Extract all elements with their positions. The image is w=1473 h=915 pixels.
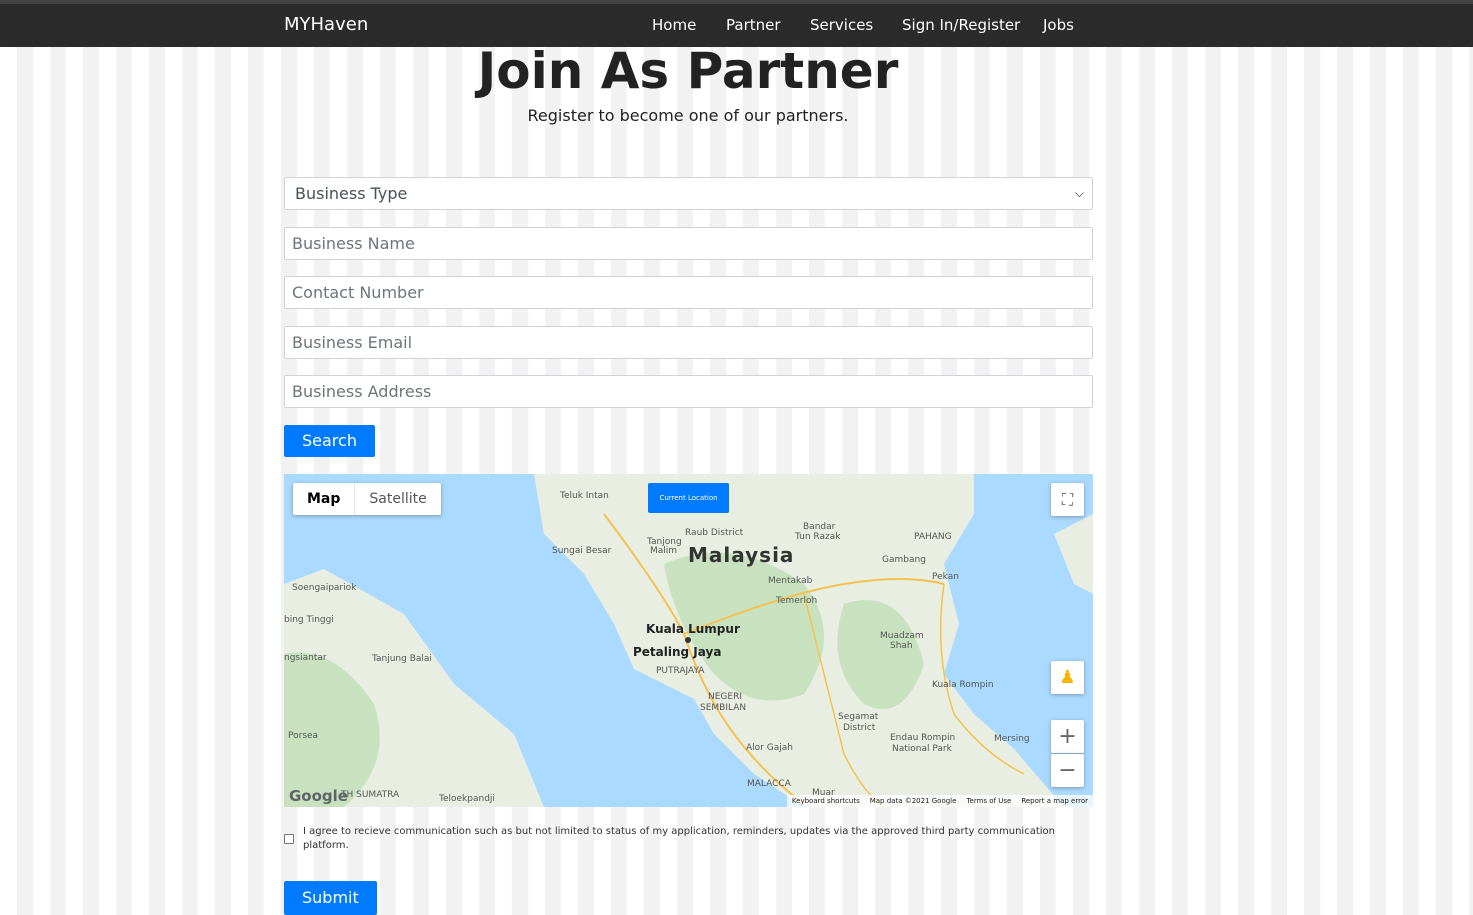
map-label-porsea: Porsea bbox=[288, 731, 319, 741]
report-map-error-link[interactable]: Report a map error bbox=[1021, 795, 1088, 807]
map-label-district: District bbox=[843, 723, 876, 733]
business-type-select[interactable]: Business Type ⌵ bbox=[284, 177, 1093, 210]
map-label-tun-razak: Tun Razak bbox=[795, 532, 841, 542]
business-address-input[interactable] bbox=[284, 375, 1093, 408]
map-type-toggle: Map Satellite bbox=[293, 483, 441, 515]
current-location-button[interactable]: Current Location bbox=[648, 483, 729, 513]
map-type-satellite-button[interactable]: Satellite bbox=[355, 483, 440, 515]
map-label-ngsiantar: ngsiantar bbox=[284, 653, 327, 663]
map-label-sungai-besar: Sungai Besar bbox=[552, 546, 612, 556]
page-title: Join As Partner bbox=[477, 42, 899, 100]
map-label-mersing: Mersing bbox=[994, 734, 1030, 744]
map-label-negeri: NEGERI bbox=[708, 692, 742, 702]
terms-of-use-link[interactable]: Terms of Use bbox=[966, 795, 1011, 807]
map-label-pekan: Pekan bbox=[932, 572, 959, 582]
search-button[interactable]: Search bbox=[284, 425, 375, 457]
contact-number-input[interactable] bbox=[284, 276, 1093, 309]
keyboard-shortcuts-link[interactable]: Keyboard shortcuts bbox=[792, 795, 860, 807]
map-label-pj: Petaling Jaya bbox=[633, 645, 722, 659]
nav-partner[interactable]: Partner bbox=[726, 16, 781, 34]
map-label-soengai: Soengaipariok bbox=[292, 583, 357, 593]
map-label-malacca: MALACCA bbox=[747, 779, 791, 789]
pegman-icon[interactable]: ♟ bbox=[1051, 661, 1084, 694]
nav-services[interactable]: Services bbox=[810, 16, 873, 34]
map-label-shah: Shah bbox=[890, 641, 913, 651]
zoom-in-icon[interactable]: + bbox=[1051, 720, 1084, 753]
map-label-muadzam: Muadzam bbox=[880, 631, 924, 641]
map-label-gambang: Gambang bbox=[882, 555, 926, 565]
fullscreen-icon[interactable]: ⛶ bbox=[1051, 483, 1084, 516]
navbar: MYHaven Home Partner Services Sign In/Re… bbox=[0, 0, 1473, 47]
map-label-teluk-intan: Teluk Intan bbox=[560, 491, 609, 501]
map-label-mentakab: Mentakab bbox=[768, 576, 813, 586]
google-logo: Google bbox=[289, 787, 348, 805]
map-label-sembilan: SEMBILAN bbox=[700, 703, 747, 713]
map-label-putrajaya: PUTRAJAYA bbox=[656, 666, 705, 676]
map-label-endau: Endau Rompin bbox=[890, 733, 956, 743]
map-data-label: Map data ©2021 Google bbox=[869, 797, 957, 805]
map-label-segamat: Segamat bbox=[838, 712, 879, 722]
submit-button[interactable]: Submit bbox=[284, 881, 377, 915]
map-label-alor-gajah: Alor Gajah bbox=[746, 743, 793, 753]
nav-home[interactable]: Home bbox=[652, 16, 696, 34]
business-email-input[interactable] bbox=[284, 326, 1093, 359]
map-label-kuala-rompin: Kuala Rompin bbox=[932, 680, 994, 690]
map-label-bing-tinggi: bing Tinggi bbox=[284, 615, 334, 625]
map-label-temerloh: Temerloh bbox=[776, 596, 818, 606]
map-label-kl: Kuala Lumpur bbox=[646, 622, 740, 636]
map-label-malim: Malim bbox=[650, 546, 678, 556]
map-label-tanjung-balai: Tanjung Balai bbox=[372, 654, 432, 664]
chevron-down-icon: ⌵ bbox=[1074, 186, 1084, 200]
nav-jobs[interactable]: Jobs bbox=[1043, 16, 1074, 34]
map-widget[interactable]: Map Satellite Current Location ⛶ ♟ + − M… bbox=[284, 474, 1093, 807]
zoom-out-icon[interactable]: − bbox=[1051, 754, 1084, 787]
map-label-country: Malaysia bbox=[688, 543, 795, 567]
map-label-pahang: PAHANG bbox=[914, 532, 952, 542]
business-name-input[interactable] bbox=[284, 227, 1093, 260]
map-label-raub: Raub District bbox=[685, 528, 744, 538]
map-label-bandar: Bandar bbox=[803, 522, 836, 532]
consent-text: I agree to recieve communication such as… bbox=[303, 826, 1055, 851]
brand-logo[interactable]: MYHaven bbox=[284, 14, 368, 35]
map-label-sumatra: TH SUMATRA bbox=[341, 790, 400, 800]
map-label-teloek: Teloekpandji bbox=[439, 794, 495, 804]
map-type-map-button[interactable]: Map bbox=[293, 483, 356, 515]
nav-sign-in-register[interactable]: Sign In/Register bbox=[902, 16, 1020, 34]
consent-checkbox[interactable] bbox=[284, 834, 294, 844]
map-footer: Keyboard shortcuts Map data ©2021 Google… bbox=[786, 795, 1093, 807]
map-label-national-park: National Park bbox=[892, 744, 952, 754]
business-type-selected: Business Type bbox=[295, 184, 408, 203]
page-subtitle: Register to become one of our partners. bbox=[527, 106, 849, 125]
map-canvas[interactable] bbox=[284, 474, 1093, 807]
